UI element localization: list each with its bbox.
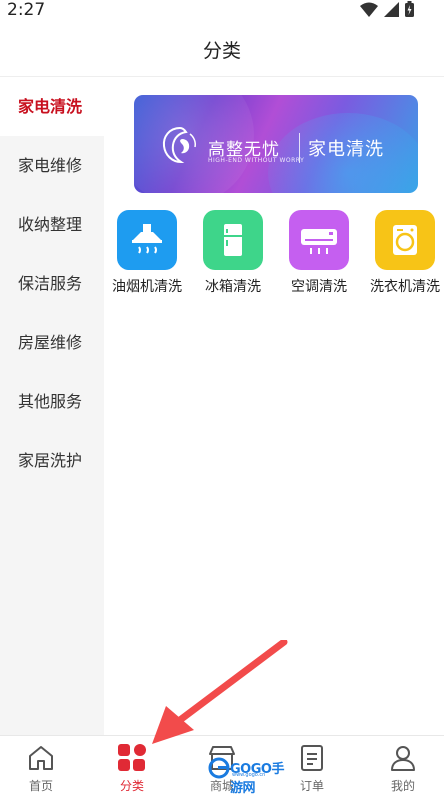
air-conditioner-icon — [289, 210, 349, 270]
promo-banner[interactable]: 高整无忧 HIGH-END WITHOUT WORRY 家电清洗 — [134, 95, 418, 193]
range-hood-icon — [117, 210, 177, 270]
category-fridge-cleaning[interactable]: 冰箱清洗 — [190, 210, 276, 302]
category-label: 空调清洗 — [291, 279, 347, 295]
nav-home[interactable]: 首页 — [0, 736, 85, 793]
nav-label: 我的 — [390, 779, 415, 793]
brand-logo-icon — [160, 125, 200, 169]
sidebar-item-storage-organizing[interactable]: 收纳整理 — [0, 195, 104, 254]
banner-divider — [299, 133, 300, 163]
nav-label: 分类 — [119, 779, 144, 793]
sidebar-item-appliance-repair[interactable]: 家电维修 — [0, 136, 104, 195]
order-icon — [297, 743, 327, 773]
nav-label: 商城 — [209, 779, 234, 793]
banner-subtitle: HIGH-END WITHOUT WORRY — [208, 157, 305, 164]
category-grid-icon — [117, 743, 147, 773]
category-air-conditioner-cleaning[interactable]: 空调清洗 — [276, 210, 362, 302]
signal-icon — [384, 1, 399, 17]
header: 分类 — [0, 22, 444, 77]
nav-profile[interactable]: 我的 — [359, 736, 444, 793]
sidebar-item-other-services[interactable]: 其他服务 — [0, 372, 104, 431]
battery-charging-icon — [405, 1, 414, 17]
shop-icon — [207, 743, 237, 773]
status-bar: 2:27 — [0, 0, 444, 22]
nav-label: 首页 — [28, 779, 53, 793]
sidebar-item-appliance-cleaning[interactable]: 家电清洗 — [0, 77, 104, 136]
home-icon — [26, 743, 56, 773]
sidebar-item-home-laundry[interactable]: 家居洗护 — [0, 431, 104, 490]
nav-shop[interactable]: 商城 — [178, 736, 266, 793]
nav-category[interactable]: 分类 — [88, 736, 176, 793]
page-title: 分类 — [202, 40, 241, 62]
banner-service: 家电清洗 — [308, 139, 384, 160]
profile-icon — [388, 743, 418, 773]
fridge-icon — [203, 210, 263, 270]
nav-label: 订单 — [299, 779, 324, 793]
sidebar-item-house-repair[interactable]: 房屋维修 — [0, 313, 104, 372]
washing-machine-icon — [375, 210, 435, 270]
category-label: 洗衣机清洗 — [370, 279, 440, 295]
status-time: 2:27 — [7, 0, 46, 20]
nav-orders[interactable]: 订单 — [268, 736, 356, 793]
bottom-nav: 首页 分类 商城 订单 我的 — [0, 735, 444, 793]
category-sidebar: 家电清洗 家电维修 收纳整理 保洁服务 房屋维修 其他服务 家居洗护 — [0, 77, 104, 735]
wifi-icon — [360, 2, 378, 17]
annotation-arrow-icon — [152, 640, 288, 744]
status-icons — [360, 1, 414, 17]
category-range-hood-cleaning[interactable]: 油烟机清洗 — [104, 210, 190, 302]
category-label: 油烟机清洗 — [112, 279, 182, 295]
sidebar-item-cleaning-service[interactable]: 保洁服务 — [0, 254, 104, 313]
category-washing-machine-cleaning[interactable]: 洗衣机清洗 — [362, 210, 444, 302]
category-label: 冰箱清洗 — [205, 279, 261, 295]
